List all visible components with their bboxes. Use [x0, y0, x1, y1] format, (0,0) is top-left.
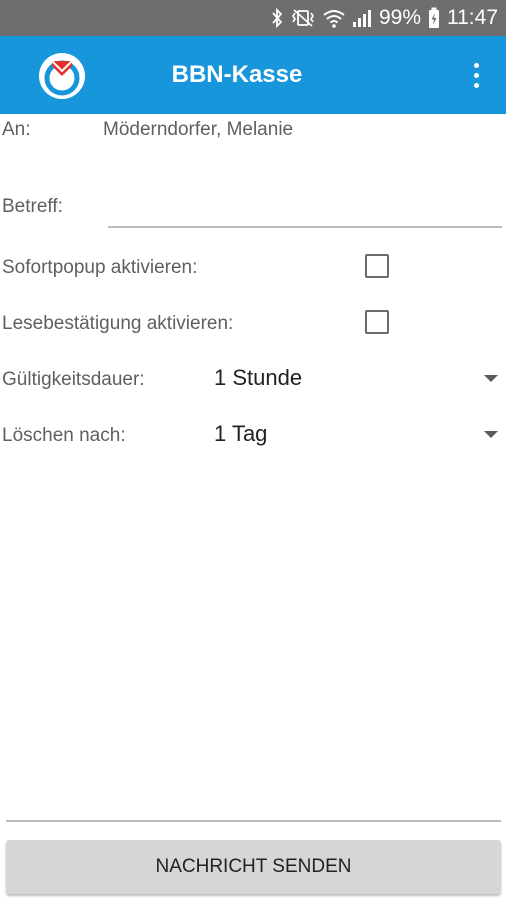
app-bar: BBN-Kasse [0, 36, 506, 114]
validity-dropdown[interactable]: 1 Stunde [214, 358, 504, 398]
send-message-button[interactable]: NACHRICHT SENDEN [6, 840, 501, 894]
dropdown-arrow-icon [484, 431, 498, 438]
delete-after-dropdown[interactable]: 1 Tag [214, 414, 504, 454]
clock: 11:47 [447, 6, 498, 29]
battery-percentage: 99% [378, 6, 421, 29]
validity-label: Gültigkeitsdauer: [2, 369, 145, 390]
bluetooth-icon [272, 8, 283, 28]
status-bar: 99% 11:47 [0, 0, 506, 36]
subject-input[interactable] [108, 196, 502, 228]
dropdown-arrow-icon [484, 375, 498, 382]
vibrate-icon [292, 9, 314, 27]
status-icons: 99% 11:47 [271, 0, 498, 36]
delete-after-label: Löschen nach: [2, 425, 126, 446]
wifi-icon [323, 10, 345, 28]
divider [6, 820, 501, 822]
read-receipt-label: Lesebestätigung aktivieren: [2, 313, 234, 334]
app-title: BBN-Kasse [171, 61, 303, 88]
delete-after-selected-value: 1 Tag [214, 421, 268, 446]
instant-popup-label: Sofortpopup aktivieren: [2, 257, 198, 278]
overflow-menu-icon[interactable] [464, 58, 488, 92]
battery-charging-icon [429, 7, 439, 28]
read-receipt-checkbox[interactable] [365, 310, 389, 334]
instant-popup-checkbox[interactable] [365, 254, 389, 278]
recipient-name: Möderndorfer, Melanie [103, 119, 294, 140]
signal-icon [352, 10, 371, 27]
subject-label: Betreff: [2, 196, 63, 217]
validity-selected-value: 1 Stunde [214, 365, 303, 390]
to-label: An: [2, 119, 31, 140]
